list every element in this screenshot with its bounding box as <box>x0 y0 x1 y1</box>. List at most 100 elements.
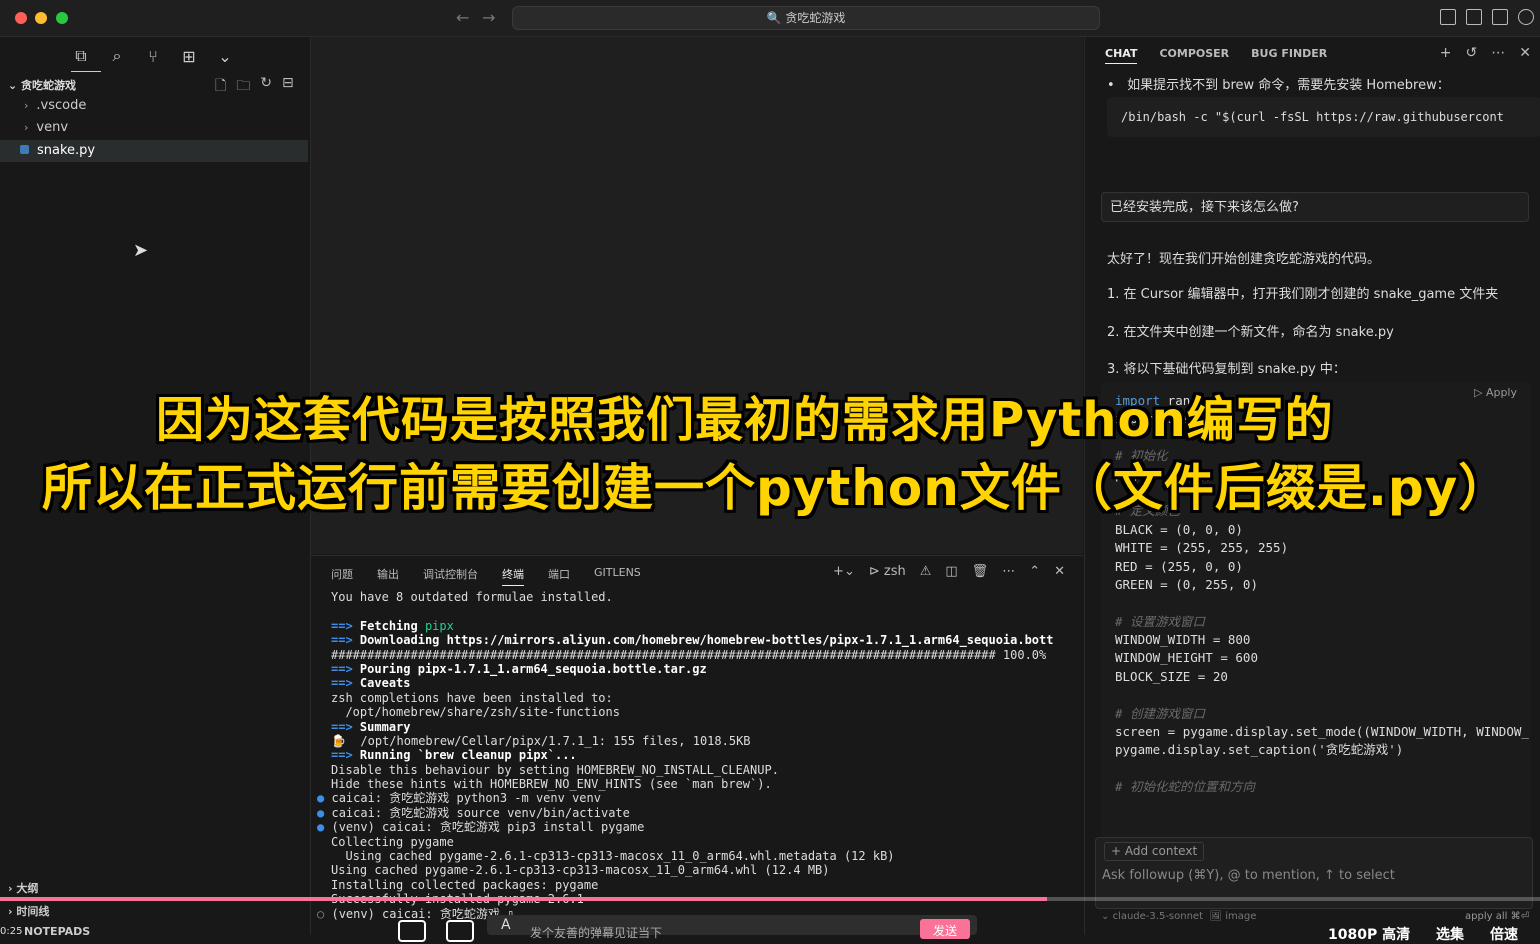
sidebar-view-tabs: ⧉ ⌕ ⑂ ⊞ ⌄ <box>70 45 236 67</box>
danmaku-settings-icon[interactable] <box>446 920 474 942</box>
search-icon[interactable]: ⌕ <box>106 45 128 67</box>
terminal-line: ● caicai: 贪吃蛇游戏 python3 -m venv venv <box>317 791 601 806</box>
toggle-panel-icon[interactable] <box>1466 9 1482 25</box>
code-line: BLACK = (0, 0, 0) <box>1115 521 1243 537</box>
chat-tabs: CHAT COMPOSER BUG FINDER <box>1105 47 1327 64</box>
zoom-window-button[interactable] <box>56 12 68 24</box>
tree-item-snake-py[interactable]: snake.py <box>0 140 308 162</box>
terminal-line: Collecting pygame <box>331 834 454 849</box>
chat-toolbar: + ↺ ⋯ ✕ <box>1440 45 1531 61</box>
tree-item-label: .vscode <box>36 98 87 113</box>
maximize-panel-icon[interactable]: ⌃ <box>1029 564 1040 579</box>
close-icon[interactable]: ✕ <box>1519 45 1531 61</box>
terminal-line: You have 8 outdated formulae installed. <box>331 590 613 604</box>
tab-chat[interactable]: CHAT <box>1105 47 1138 64</box>
tab-bug-finder[interactable]: BUG FINDER <box>1251 47 1327 64</box>
apply-all-button[interactable]: apply all ⌘⏎ <box>1465 911 1529 922</box>
terminal-output[interactable]: You have 8 outdated formulae installed. =… <box>317 590 1071 921</box>
chevron-down-icon[interactable]: ⌄ <box>214 45 236 67</box>
code-block-brew[interactable]: /bin/bash -c "$(curl -fsSL https://raw.g… <box>1107 97 1540 137</box>
tab-composer[interactable]: COMPOSER <box>1159 47 1229 64</box>
add-context-button[interactable]: + Add context <box>1104 842 1205 861</box>
code-line: GREEN = (0, 255, 0) <box>1115 576 1258 592</box>
image-button-label: image <box>1225 911 1257 922</box>
tab-output[interactable]: 输出 <box>377 566 399 586</box>
code-line: WHITE = (255, 255, 255) <box>1115 540 1289 556</box>
danmaku-toggle-icon[interactable] <box>398 920 426 942</box>
tab-ports[interactable]: 端口 <box>548 566 570 586</box>
more-actions-icon[interactable]: ⋯ <box>1002 564 1015 579</box>
close-panel-icon[interactable]: ✕ <box>1054 564 1065 579</box>
folder-name: 贪吃蛇游戏 <box>21 79 77 92</box>
terminal-shell-icon[interactable]: ⊳ zsh <box>869 564 906 579</box>
terminal-line: Using cached pygame-2.6.1-cp313-cp313-ma… <box>331 863 830 878</box>
command-center-search[interactable]: 🔍 贪吃蛇游戏 <box>512 6 1100 30</box>
reply-step-3: 3. 将以下基础代码复制到 snake.py 中： <box>1107 362 1346 377</box>
terminal-line: Disable this behaviour by setting HOMEBR… <box>331 762 779 777</box>
tab-problems[interactable]: 问题 <box>331 566 353 586</box>
video-caption-line-2: 所以在正式运行前需要创建一个python文件（文件后缀是.py） <box>42 459 1510 517</box>
reply-step-1: 1. 在 Cursor 编辑器中，打开我们刚才创建的 snake_game 文件… <box>1107 287 1499 302</box>
code-line: pygame.display.set_caption('贪吃蛇游戏') <box>1115 742 1404 758</box>
section-label: 大纲 <box>16 882 39 895</box>
new-terminal-icon[interactable]: +⌄ <box>833 564 855 579</box>
title-bar: ← → 🔍 贪吃蛇游戏 <box>0 0 1540 37</box>
quality-selector[interactable]: 1080P 高清 <box>1328 924 1410 944</box>
extensions-icon[interactable]: ⊞ <box>178 45 200 67</box>
tree-item-venv[interactable]: › venv <box>24 117 308 139</box>
code-line: # 设置游戏窗口 <box>1115 613 1206 629</box>
panel-tabs: 问题 输出 调试控制台 终端 端口 GITLENS <box>331 566 641 586</box>
tab-terminal[interactable]: 终端 <box>502 566 524 586</box>
tree-item-vscode[interactable]: › .vscode <box>24 95 308 117</box>
chevron-right-icon: › <box>24 99 29 112</box>
warning-icon[interactable]: ⚠ <box>920 564 932 579</box>
code-line: WINDOW_HEIGHT = 600 <box>1115 650 1258 666</box>
code-line: RED = (255, 0, 0) <box>1115 558 1243 574</box>
minimize-window-button[interactable] <box>35 12 47 24</box>
font-a-icon[interactable]: A <box>501 917 511 933</box>
new-chat-icon[interactable]: + <box>1440 45 1452 61</box>
model-name: claude-3.5-sonnet <box>1112 911 1204 922</box>
terminal-line: ==> Running `brew cleanup pipx`... <box>331 748 577 763</box>
toggle-secondary-sidebar-icon[interactable] <box>1492 9 1508 25</box>
mouse-cursor-icon: ➤ <box>133 240 149 261</box>
terminal-line: ● caicai: 贪吃蛇游戏 source venv/bin/activate <box>317 805 630 820</box>
timeline-section[interactable]: › 时间线 <box>8 903 49 919</box>
more-actions-icon[interactable]: ⋯ <box>1491 45 1505 61</box>
send-danmaku-button[interactable]: 发送 <box>920 919 970 939</box>
toggle-sidebar-icon[interactable] <box>1440 9 1456 25</box>
history-icon[interactable]: ↺ <box>1466 45 1478 61</box>
terminal-line: ########################################… <box>331 647 1047 662</box>
chevron-right-icon: › <box>24 121 29 134</box>
tab-gitlens[interactable]: GITLENS <box>594 566 641 586</box>
speed-selector[interactable]: 倍速 <box>1490 924 1518 944</box>
episode-selector[interactable]: 选集 <box>1436 924 1464 944</box>
source-control-icon[interactable]: ⑂ <box>142 45 164 67</box>
danmaku-input[interactable]: A 发个友善的弹幕见证当下 发送 <box>487 915 977 940</box>
forward-arrow-icon[interactable]: → <box>482 8 495 27</box>
code-line: BLOCK_SIZE = 20 <box>1115 668 1228 684</box>
trash-icon[interactable]: 🗑 <box>972 564 989 579</box>
model-selector[interactable]: ⌄ claude-3.5-sonnet 🖼 image <box>1101 911 1256 922</box>
danmaku-placeholder: 发个友善的弹幕见证当下 <box>530 926 663 940</box>
tree-item-label: venv <box>36 120 69 135</box>
bottom-panel: 问题 输出 调试控制台 终端 端口 GITLENS +⌄ ⊳ zsh ⚠ ◫ 🗑… <box>311 555 1083 936</box>
code-line: # 初始化蛇的位置和方向 <box>1115 779 1256 795</box>
reply-step-2: 2. 在文件夹中创建一个新文件，命名为 snake.py <box>1107 325 1394 340</box>
shell-name: zsh <box>883 564 906 579</box>
python-file-icon <box>20 145 29 154</box>
explorer-files-icon[interactable]: ⧉ <box>70 45 92 67</box>
back-arrow-icon[interactable]: ← <box>456 8 469 27</box>
close-window-button[interactable] <box>15 12 27 24</box>
tree-item-label: snake.py <box>37 143 96 158</box>
terminal-line: zsh completions have been installed to: <box>331 690 613 705</box>
split-terminal-icon[interactable]: ◫ <box>945 564 957 579</box>
user-message: 已经安装完成，接下来该怎么做? <box>1101 192 1529 222</box>
section-label: 时间线 <box>16 905 50 918</box>
workspace-folder-header[interactable]: ⌄ 贪吃蛇游戏 <box>8 77 76 93</box>
terminal-line: ==> Fetching pipx <box>331 618 454 633</box>
settings-gear-icon[interactable] <box>1518 9 1534 25</box>
notepads-section[interactable]: NOTEPADS <box>24 925 90 938</box>
outline-section[interactable]: › 大纲 <box>8 880 38 896</box>
tab-debug-console[interactable]: 调试控制台 <box>423 566 478 586</box>
